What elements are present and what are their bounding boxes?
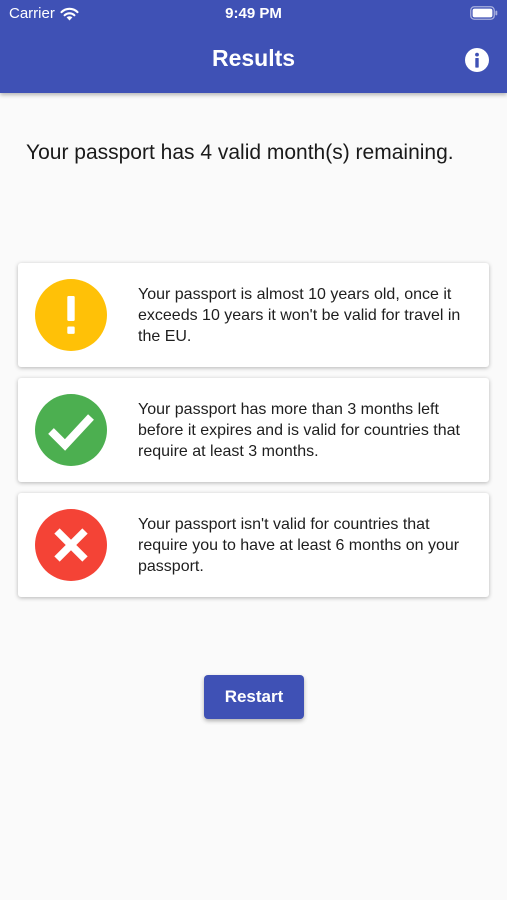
result-message: Your passport has more than 3 months lef…: [138, 400, 460, 460]
result-message: Your passport is almost 10 years old, on…: [138, 285, 461, 345]
status-bar: Carrier 9:49 PM: [0, 0, 507, 28]
info-icon: [465, 48, 489, 72]
app-bar: Carrier 9:49 PM Results: [0, 0, 507, 93]
valid-badge: [35, 394, 107, 466]
checkmark-icon: [35, 394, 107, 466]
result-card-valid: Your passport has more than 3 months lef…: [18, 378, 489, 482]
cross-icon: [35, 509, 107, 581]
status-time: 9:49 PM: [225, 5, 282, 22]
invalid-badge: [35, 509, 107, 581]
info-button[interactable]: [464, 47, 490, 73]
exclamation-icon: [35, 279, 107, 351]
page-title: Results: [211, 45, 296, 71]
result-message: Your passport isn't valid for countries …: [138, 515, 460, 575]
restart-button[interactable]: Restart: [204, 675, 304, 719]
result-card-invalid: Your passport isn't valid for countries …: [18, 493, 489, 597]
result-card-warning: Your passport is almost 10 years old, on…: [18, 263, 489, 367]
warning-badge: [35, 279, 107, 351]
validity-summary: Your passport has 4 valid month(s) remai…: [26, 141, 454, 164]
battery-icon: [470, 6, 498, 20]
